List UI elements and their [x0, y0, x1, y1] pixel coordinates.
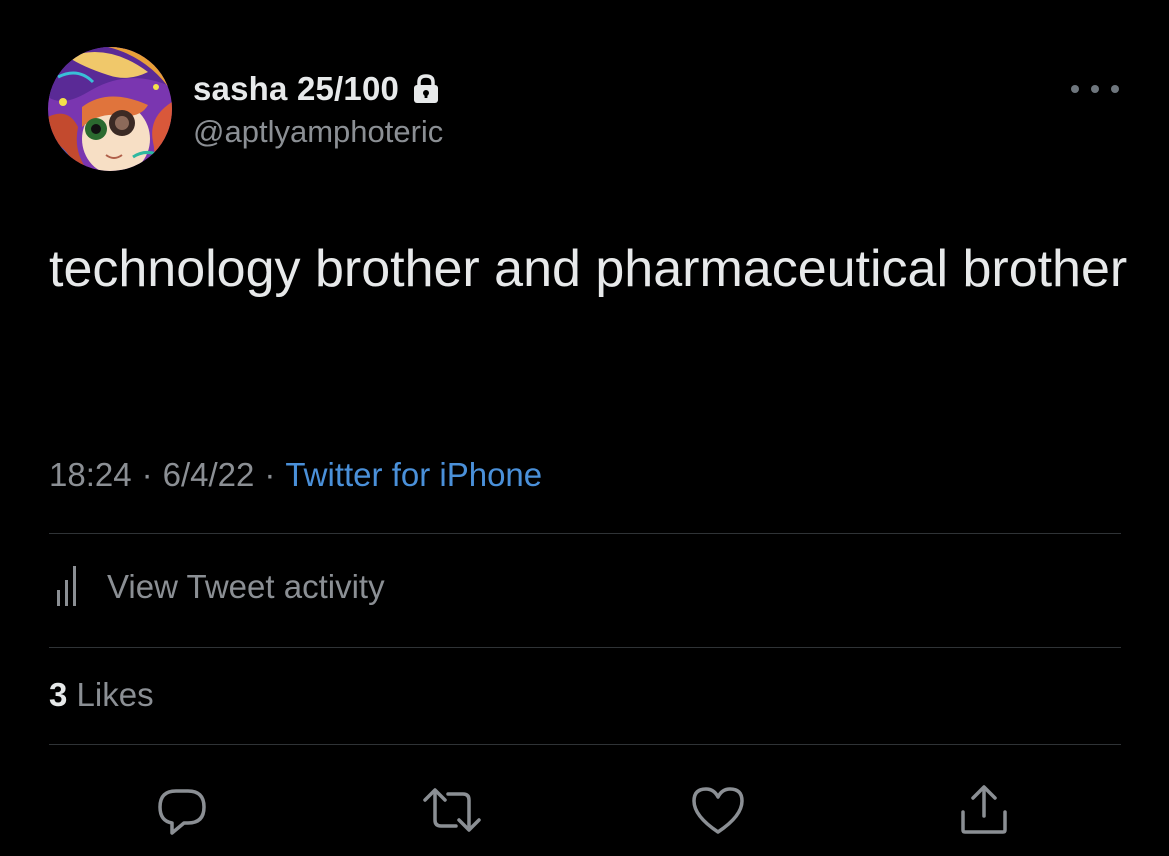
tweet-source-link[interactable]: Twitter for iPhone [285, 456, 542, 493]
display-name[interactable]: sasha 25/100 [193, 70, 399, 108]
divider [49, 533, 1121, 534]
share-upload-icon[interactable] [954, 780, 1014, 840]
view-tweet-activity-button[interactable]: View Tweet activity [49, 560, 385, 614]
heart-icon[interactable] [688, 780, 748, 840]
likes-number: 3 [49, 676, 68, 713]
tweet-date[interactable]: 6/4/22 [163, 456, 255, 493]
likes-label: Likes [76, 676, 154, 713]
analytics-bars-icon [49, 562, 85, 613]
separator: · [141, 456, 153, 493]
more-dot [1091, 85, 1099, 93]
tweet-text: technology brother and pharmaceutical br… [49, 240, 1128, 298]
avatar-illustration [48, 47, 172, 171]
avatar[interactable] [48, 47, 172, 171]
tweet-time[interactable]: 18:24 [49, 456, 132, 493]
more-dot [1071, 85, 1079, 93]
divider [49, 744, 1121, 745]
likes-count[interactable]: 3 Likes [49, 676, 154, 714]
reply-bubble-icon[interactable] [152, 780, 212, 840]
divider [49, 647, 1121, 648]
author-handle[interactable]: @aptlyamphoteric [193, 114, 443, 150]
tweet-metadata: 18:24 · 6/4/22 · Twitter for iPhone [49, 456, 542, 494]
separator: · [264, 456, 276, 493]
lock-icon [411, 73, 441, 105]
more-horizontal-icon[interactable] [1071, 78, 1119, 100]
more-dot [1111, 85, 1119, 93]
activity-label: View Tweet activity [107, 568, 385, 605]
retweet-arrows-icon[interactable] [422, 780, 482, 840]
author-name-row[interactable]: sasha 25/100 [193, 68, 441, 110]
